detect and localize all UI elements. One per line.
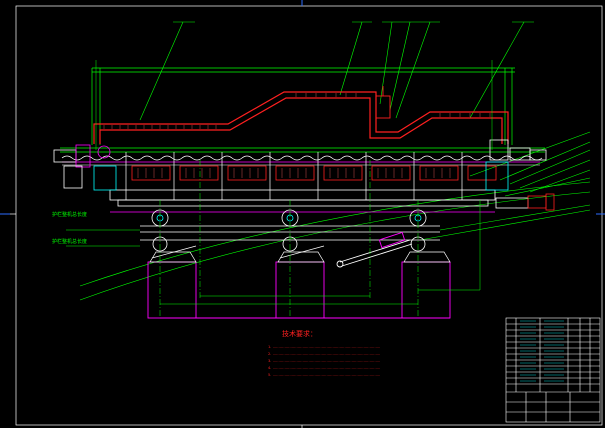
tech-line-1: 1. ………………………………………………………………………………: [268, 345, 381, 349]
side-note-2: 护栏整机总长度: [52, 238, 87, 245]
tech-title: 技术要求：: [282, 329, 317, 338]
cad-drawing: 护栏整机总长度 护栏整机总长度 技术要求： 1. …………………………………………: [0, 0, 605, 428]
side-note-1: 护栏整机总长度: [52, 211, 87, 218]
tech-line-3: 3. ………………………………………………………………………………: [268, 359, 381, 363]
tech-line-4: 4. ………………………………………………………………………………: [268, 366, 381, 370]
tech-line-5: 5. ………………………………………………………………………………: [268, 373, 381, 377]
tech-line-2: 2. ………………………………………………………………………………: [268, 352, 381, 356]
